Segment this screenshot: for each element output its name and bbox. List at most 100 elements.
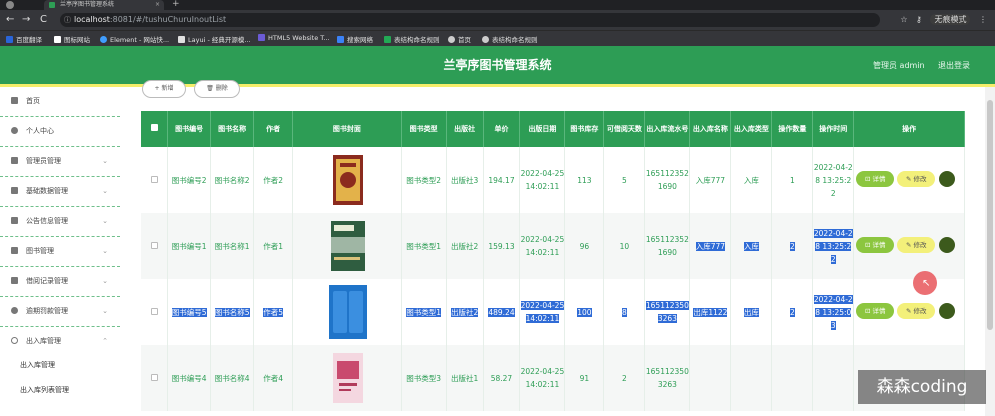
detail-button[interactable]: ⊡ 详情	[856, 171, 895, 187]
column-header: 出入库流水号	[644, 111, 691, 147]
sidebar-subitem-stock[interactable]: 出入库管理	[20, 360, 55, 370]
bookmark-icon	[448, 36, 455, 43]
cell-io-name	[689, 345, 732, 411]
row-checkbox[interactable]	[141, 345, 169, 411]
profile-chip[interactable]: 无痕模式	[930, 14, 971, 25]
sidebar-item-label: 公告信息管理	[26, 217, 68, 225]
row-checkbox[interactable]	[141, 279, 169, 345]
row-checkbox[interactable]	[141, 213, 169, 279]
app-header: 兰亭序图书管理系统 管理员 admin 退出登录	[0, 46, 995, 84]
delete-button[interactable]: 🗑 删除	[194, 80, 240, 98]
column-header: 图书封面	[292, 111, 402, 147]
cell-book-no: 图书编号4	[167, 345, 212, 411]
cell-io-type: 入库	[730, 147, 773, 213]
url-field[interactable]: ⓘ localhost:8081/#/tushuChuruInoutList	[60, 13, 880, 27]
bookmarks-bar: 百度翻译 图标网站 Element - 网站快... Layui - 经典开源模…	[0, 30, 995, 46]
star-icon[interactable]: ☆	[900, 15, 907, 24]
cell-actions: ⊡ 详情 ✎ 修改	[853, 213, 965, 279]
cell-author-text: 作者5	[263, 307, 283, 317]
bookmark-item[interactable]: Layui - 经典开源模...	[178, 34, 251, 44]
sidebar-item-admins[interactable]: 管理员管理 ⌄	[0, 147, 120, 177]
delete-row-button[interactable]	[939, 171, 956, 187]
add-button[interactable]: + 新增	[142, 80, 186, 98]
edit-button[interactable]: ✎ 修改	[897, 171, 936, 187]
delete-row-button[interactable]	[939, 303, 956, 319]
chevron-down-icon: ⌄	[102, 307, 108, 315]
bookmark-item[interactable]: Element - 网站快...	[100, 34, 169, 44]
cell-quantity: 2	[771, 213, 814, 279]
cell-cover	[292, 213, 402, 279]
bookmark-item[interactable]: 首页	[448, 34, 471, 44]
cell-price: 159.13	[483, 213, 521, 279]
site-info-icon[interactable]: ⓘ	[64, 13, 71, 27]
bookmark-label: Element - 网站快...	[110, 36, 170, 44]
cell-io-type	[730, 345, 773, 411]
detail-button[interactable]: ⊡ 详情	[856, 237, 895, 253]
add-button-label: 新增	[161, 85, 174, 92]
sidebar-item-stock[interactable]: 出入库管理 ⌃	[0, 327, 120, 357]
key-icon[interactable]: ⚷	[916, 15, 922, 24]
sidebar-subitem-stock-list[interactable]: 出入库列表管理	[20, 385, 69, 395]
logout-link[interactable]: 退出登录	[938, 60, 970, 71]
bookmark-label: Layui - 经典开源模...	[188, 36, 251, 44]
back-icon[interactable]: ←	[6, 14, 14, 25]
menu-icon[interactable]: ⋮	[979, 15, 987, 24]
table-row[interactable]: 图书编号4 图书名称4 作者4 图书类型3 出版社1 58.27 2022-04…	[141, 345, 965, 411]
sidebar-item-profile[interactable]: 个人中心	[0, 117, 120, 147]
window-menu-icon[interactable]	[6, 1, 14, 9]
sidebar-item-borrow[interactable]: 借阅记录管理 ⌄	[0, 267, 120, 297]
new-tab-icon[interactable]: +	[172, 0, 180, 9]
chevron-up-icon: ⌃	[102, 337, 108, 345]
bookmark-item[interactable]: 表结构命名规则	[482, 34, 538, 44]
cell-price: 58.27	[483, 345, 521, 411]
sidebar-item-home[interactable]: 首页	[0, 87, 120, 117]
bookmark-icon	[384, 36, 391, 43]
bookmark-item[interactable]: 图标网站	[54, 34, 90, 44]
sidebar-item-notices[interactable]: 公告信息管理 ⌄	[0, 207, 120, 237]
cell-author: 作者2	[253, 147, 294, 213]
column-header: 图书类型	[401, 111, 447, 147]
bookmark-item[interactable]: HTML5 Website T...	[258, 34, 330, 42]
table-row[interactable]: 图书编号2 图书名称2 作者2 图书类型2 出版社3 194.17 2022-0…	[141, 147, 965, 213]
cell-publisher: 出版社2	[446, 279, 484, 345]
bookmark-icon	[54, 36, 61, 43]
select-all-checkbox[interactable]	[141, 111, 169, 147]
cell-actions: ⊡ 详情 ✎ 修改	[853, 279, 965, 345]
close-tab-icon[interactable]: ×	[155, 0, 160, 10]
bookmark-item[interactable]: 百度翻译	[6, 34, 42, 44]
edit-button[interactable]: ✎ 修改	[897, 237, 936, 253]
sidebar-item-fines[interactable]: 逾期罚款管理 ⌄	[0, 297, 120, 327]
column-header: 操作时间	[812, 111, 855, 147]
delete-row-button[interactable]	[939, 237, 956, 253]
sidebar-item-label: 借阅记录管理	[26, 277, 68, 285]
browser-tab[interactable]: 兰亭序图书管理系统 ×	[44, 0, 164, 10]
sidebar-item-basic-data[interactable]: 基础数据管理 ⌄	[0, 177, 120, 207]
cell-cover	[292, 345, 402, 411]
bookmark-item[interactable]: 搜索网络	[337, 34, 373, 44]
bookmark-item[interactable]: 表结构命名规则	[384, 34, 440, 44]
row-checkbox[interactable]	[141, 147, 169, 213]
table-row[interactable]: 图书编号5 图书名称5 作者5 图书类型1 出版社2 489.24 2022-0…	[141, 279, 965, 345]
cell-op-time: 2022-04-28 13:25:22	[812, 147, 855, 213]
book-cover-image	[330, 221, 365, 271]
detail-button[interactable]: ⊡ 详情	[856, 303, 895, 319]
sidebar-item-books[interactable]: 图书管理 ⌄	[0, 237, 120, 267]
cell-pub-date-text: 2022-04-25 14:02:11	[520, 301, 565, 323]
cell-author: 作者1	[253, 213, 294, 279]
cell-book-no-text: 图书编号5	[171, 307, 207, 317]
cell-io-name: 入库777	[689, 213, 732, 279]
table-row[interactable]: 图书编号1 图书名称1 作者1 图书类型1 出版社2 159.13 2022-0…	[141, 213, 965, 279]
reload-icon[interactable]: C	[40, 14, 47, 25]
column-header: 出入库名称	[689, 111, 732, 147]
sidebar-item-label: 逾期罚款管理	[26, 307, 68, 315]
edit-label: 修改	[913, 307, 927, 315]
cell-book-name-text: 图书名称5	[214, 307, 250, 317]
scrollbar-thumb[interactable]	[987, 100, 993, 330]
forward-icon[interactable]: →	[22, 14, 30, 25]
edit-button[interactable]: ✎ 修改	[897, 303, 936, 319]
cell-stock: 100	[564, 279, 605, 345]
user-icon	[11, 127, 18, 134]
home-icon	[11, 97, 18, 104]
cell-io-type: 入库	[730, 213, 773, 279]
cell-borrow-days: 10	[603, 213, 646, 279]
